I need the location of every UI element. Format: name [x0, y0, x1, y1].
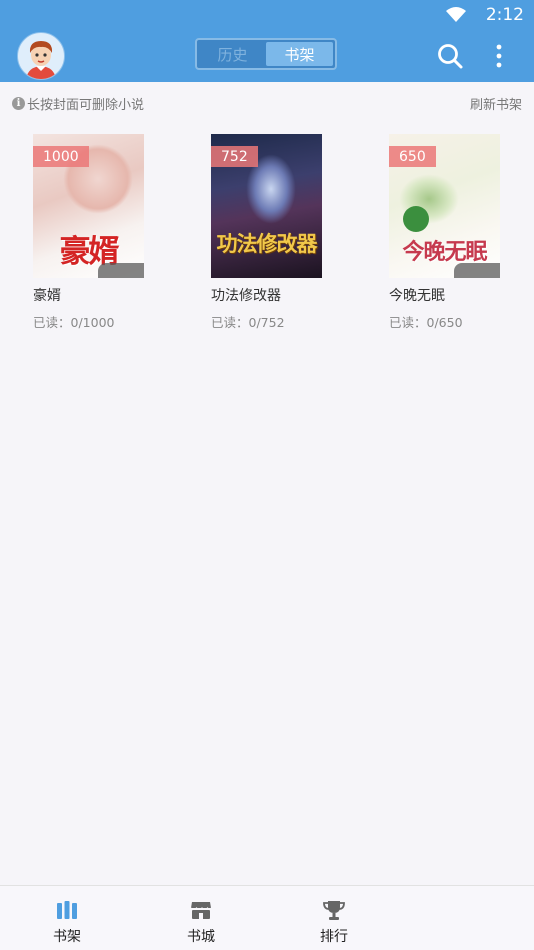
chapter-count-badge: 650: [389, 146, 436, 167]
nav-item-store[interactable]: 书城: [161, 886, 241, 950]
nav-label: 书城: [187, 929, 215, 945]
store-icon: [190, 902, 212, 919]
cover-title: 功法修改器: [216, 231, 318, 256]
delete-hint: i 长按封面可删除小说: [12, 94, 144, 113]
tab-history[interactable]: 历史: [199, 42, 266, 66]
trophy-icon: [323, 901, 345, 920]
book-progress: 已读：0/1000: [33, 315, 115, 330]
info-icon: i: [12, 97, 25, 110]
book-progress: 已读：0/650: [389, 315, 463, 330]
nav-label: 书架: [53, 929, 81, 945]
bookshelf-icon: [57, 901, 77, 919]
app-bar: 历史 书架: [0, 30, 534, 82]
view-toggle: 历史 书架: [195, 38, 337, 70]
avatar[interactable]: [17, 32, 65, 80]
chapter-count-badge: 1000: [33, 146, 89, 167]
status-bar: 2:12: [0, 0, 534, 30]
book-cover[interactable]: 豪婿 1000: [33, 134, 144, 278]
book-progress: 已读：0/752: [211, 315, 285, 330]
publisher-tag: [98, 263, 144, 278]
nav-item-bookshelf[interactable]: 书架: [27, 886, 107, 950]
book-item[interactable]: 今晚无眠 650 今晚无眠 已读：0/650: [389, 134, 534, 331]
book-title: 豪婿: [33, 288, 61, 304]
hint-text: 长按封面可删除小说: [27, 98, 145, 113]
avatar-boy-icon: [26, 41, 56, 79]
search-icon[interactable]: [436, 42, 464, 70]
nav-label: 排行: [320, 929, 348, 945]
book-title: 今晚无眠: [389, 288, 445, 304]
publisher-tag: [454, 263, 500, 278]
wifi-icon: [446, 7, 466, 22]
hint-bar: i 长按封面可删除小说 刷新书架: [0, 82, 534, 122]
book-cover[interactable]: 功法修改器 752: [211, 134, 322, 278]
chapter-count-badge: 752: [211, 146, 258, 167]
tab-bookshelf[interactable]: 书架: [266, 42, 333, 66]
bottom-nav: 书架 书城 排行: [0, 885, 534, 950]
book-cover[interactable]: 今晚无眠 650: [389, 134, 500, 278]
book-item[interactable]: 功法修改器 752 功法修改器 已读：0/752: [211, 134, 361, 331]
refresh-shelf-button[interactable]: 刷新书架: [470, 94, 522, 113]
nav-item-ranking[interactable]: 排行: [294, 886, 374, 950]
book-title: 功法修改器: [211, 288, 281, 304]
more-vert-icon[interactable]: [489, 43, 509, 69]
cover-title: 今晚无眠: [402, 239, 487, 265]
book-item[interactable]: 豪婿 1000 豪婿 已读：0/1000: [33, 134, 183, 331]
status-time: 2:12: [485, 5, 524, 25]
